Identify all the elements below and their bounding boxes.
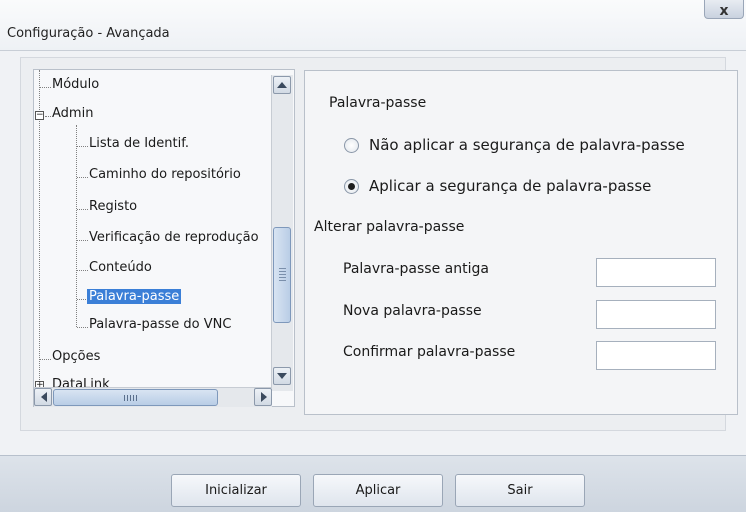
horizontal-scroll-thumb[interactable] [53, 389, 218, 406]
tree-item-opcoes[interactable]: Opções [52, 349, 100, 364]
tree-connector [77, 327, 88, 328]
arrow-right-icon [261, 392, 267, 402]
arrow-left-icon [41, 392, 47, 402]
confirm-password-label: Confirmar palavra-passe [343, 344, 516, 360]
old-password-field[interactable] [596, 258, 716, 287]
grip-line [279, 274, 286, 275]
radio-apply-password-label[interactable]: Aplicar a segurança de palavra-passe [369, 177, 651, 195]
section-title: Palavra-passe [329, 95, 427, 111]
old-password-label: Palavra-passe antiga [343, 261, 489, 277]
tree-item-caminho-repositorio[interactable]: Caminho do repositório [89, 167, 241, 182]
new-password-field[interactable] [596, 300, 716, 329]
title-bar: Configuração - Avançada x [0, 0, 746, 51]
tree-connector [77, 146, 88, 147]
scroll-up-button[interactable] [273, 76, 291, 94]
tree-connector [77, 209, 88, 210]
grip-line [130, 395, 131, 401]
arrow-down-icon [277, 373, 287, 379]
grip-line [136, 395, 137, 401]
close-icon: x [719, 3, 729, 19]
grip-line [279, 268, 286, 269]
arrow-up-icon [277, 82, 287, 88]
grip-line [124, 395, 125, 401]
settings-tree[interactable]: Módulo − Admin Lista de Identif. Caminho… [33, 69, 295, 407]
exit-button[interactable]: Sair [455, 474, 585, 507]
tree-item-modulo[interactable]: Módulo [52, 77, 99, 92]
tree-connector [77, 240, 88, 241]
window-title: Configuração - Avançada [7, 26, 170, 41]
tree-guide-line [76, 125, 77, 327]
tree-item-lista-identif[interactable]: Lista de Identif. [89, 136, 189, 151]
tree-item-palavra-passe-vnc[interactable]: Palavra-passe do VNC [89, 317, 231, 332]
grip-line [127, 395, 128, 401]
tree-connector [77, 270, 88, 271]
tree-item-verificacao-reproducao[interactable]: Verificação de reprodução [89, 230, 259, 245]
vertical-scroll-thumb[interactable] [273, 227, 291, 323]
change-password-title: Alterar palavra-passe [314, 219, 465, 235]
apply-button[interactable]: Aplicar [313, 474, 443, 507]
scroll-down-button[interactable] [273, 367, 291, 385]
radio-no-password-label[interactable]: Não aplicar a segurança de palavra-passe [369, 136, 685, 154]
grip-line [133, 395, 134, 401]
tree-vertical-scrollbar[interactable] [271, 75, 293, 391]
grip-line [279, 271, 286, 272]
tree-item-conteudo[interactable]: Conteúdo [89, 260, 152, 275]
tree-horizontal-scrollbar[interactable] [34, 387, 272, 407]
radio-selected-dot [348, 183, 355, 190]
new-password-label: Nova palavra-passe [343, 303, 482, 319]
collapse-icon[interactable]: − [35, 111, 44, 120]
confirm-password-field[interactable] [596, 341, 716, 370]
radio-no-password[interactable] [344, 138, 359, 153]
initialize-button[interactable]: Inicializar [171, 474, 301, 507]
tree-connector [77, 177, 88, 178]
radio-apply-password[interactable] [344, 179, 359, 194]
scroll-right-button[interactable] [254, 388, 272, 406]
grip-line [279, 280, 286, 281]
close-button[interactable]: x [704, 0, 744, 19]
settings-window: Configuração - Avançada x Módulo − Admin… [0, 0, 746, 512]
tree-connector [40, 87, 51, 88]
tree-item-registo[interactable]: Registo [89, 199, 137, 214]
scroll-left-button[interactable] [34, 388, 52, 406]
tree-item-admin[interactable]: Admin [52, 106, 93, 121]
tree-item-palavra-passe[interactable]: Palavra-passe [87, 289, 182, 304]
grip-line [279, 277, 286, 278]
tree-connector [40, 359, 51, 360]
tree-connector [45, 116, 51, 117]
